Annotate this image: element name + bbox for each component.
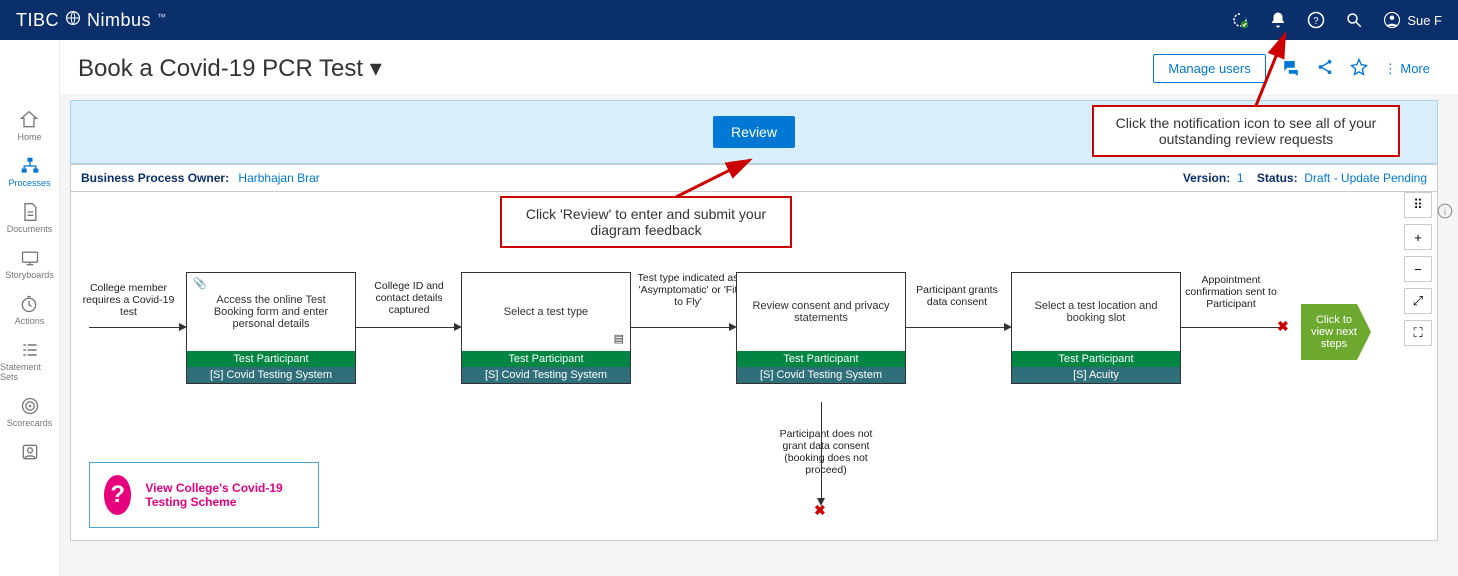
next-steps-link[interactable]: Click to view next steps <box>1301 304 1371 360</box>
box4-body: Select a test location and booking slot <box>1012 273 1180 351</box>
review-button[interactable]: Review <box>713 116 795 148</box>
user-name: Sue F <box>1407 13 1442 28</box>
top-icons: ? Sue F <box>1231 11 1442 29</box>
terminator-icon: ✖ <box>1277 318 1289 335</box>
help-icon[interactable]: ? <box>1307 11 1325 29</box>
brand-t1: TIBC <box>16 10 59 31</box>
callout-review: Click 'Review' to enter and submit your … <box>500 196 792 248</box>
zoom-out-button[interactable]: − <box>1404 256 1432 282</box>
sidebar-item-actions[interactable]: Actions <box>15 294 45 326</box>
globe-icon <box>65 10 81 26</box>
share-icon[interactable] <box>1316 58 1334 79</box>
callout-notifications: Click the notification icon to see all o… <box>1092 105 1400 157</box>
owner-label: Business Process Owner: <box>81 171 229 185</box>
sidebar-item-statementsets[interactable]: Statement Sets <box>0 340 59 382</box>
sidebar-item-scorecards[interactable]: Scorecards <box>7 396 53 428</box>
label-23: Test type indicated as 'Asymptomatic' or… <box>633 272 743 308</box>
zoom-toolbar: ⠿ + − ⤢ ⛶ <box>1404 192 1432 346</box>
process-box-3[interactable]: Review consent and privacy statements Te… <box>736 272 906 384</box>
label-34: Participant grants data consent <box>909 284 1005 308</box>
zoom-in-button[interactable]: + <box>1404 224 1432 250</box>
attachment-icon: 📎 <box>193 277 207 290</box>
sync-check-icon[interactable] <box>1231 11 1249 29</box>
box1-body: Access the online Test Booking form and … <box>187 273 355 351</box>
flow-start-label: College member requires a Covid-19 test <box>81 282 176 318</box>
question-icon: ? <box>104 475 131 515</box>
brand-tm: ™ <box>157 12 167 22</box>
owner: Business Process Owner: Harbhajan Brar <box>81 171 320 185</box>
box2-body: Select a test type <box>462 273 630 351</box>
more-menu[interactable]: ⋮ More <box>1384 61 1430 77</box>
sidebar-item-home[interactable]: Home <box>17 110 41 142</box>
process-box-4[interactable]: Select a test location and booking slot … <box>1011 272 1181 384</box>
svg-text:?: ? <box>1314 16 1320 27</box>
sidebar-item-processes[interactable]: Processes <box>8 156 50 188</box>
brand: TIBC Nimbus ™ <box>16 10 167 31</box>
page-title: Book a Covid-19 PCR Test ▾ <box>78 54 382 83</box>
drag-handle[interactable]: ⠿ <box>1404 192 1432 218</box>
box1-role: Test Participant <box>187 351 355 367</box>
sidebar-item-storyboards[interactable]: Storyboards <box>5 248 54 280</box>
search-icon[interactable] <box>1345 11 1363 29</box>
sidebar-item-profile[interactable] <box>20 442 40 462</box>
attachment-icon: ▤ <box>614 332 624 345</box>
label-end: Appointment confirmation sent to Partici… <box>1183 274 1279 310</box>
brand-t2: Nimbus <box>87 10 151 31</box>
notification-bell-icon[interactable] <box>1269 11 1287 29</box>
info-card[interactable]: ? View College's Covid-19 Testing Scheme <box>89 462 319 528</box>
user-menu[interactable]: Sue F <box>1383 11 1442 29</box>
owner-value: Harbhajan Brar <box>238 171 319 185</box>
star-icon[interactable] <box>1350 58 1368 79</box>
box3-body: Review consent and privacy statements <box>737 273 905 351</box>
label-down: Participant does not grant data consent … <box>771 428 881 476</box>
version-status: Version: 1 Status: Draft - Update Pendin… <box>1183 171 1427 185</box>
sidebar-item-documents[interactable]: Documents <box>7 202 53 234</box>
fit-screen-button[interactable]: ⤢ <box>1404 288 1432 314</box>
fullscreen-button[interactable]: ⛶ <box>1404 320 1432 346</box>
process-box-2[interactable]: Select a test type ▤ Test Participant [S… <box>461 272 631 384</box>
terminator-icon: ✖ <box>814 502 826 519</box>
box1-sys: [S] Covid Testing System <box>187 367 355 383</box>
left-sidebar: Home Processes Documents Storyboards Act… <box>0 40 60 576</box>
label-12: College ID and contact details captured <box>361 280 457 316</box>
info-card-link[interactable]: View College's Covid-19 Testing Scheme <box>145 481 304 509</box>
svg-text:i: i <box>1444 207 1446 218</box>
process-box-1[interactable]: 📎 Access the online Test Booking form an… <box>186 272 356 384</box>
info-icon[interactable]: i <box>1436 202 1454 223</box>
